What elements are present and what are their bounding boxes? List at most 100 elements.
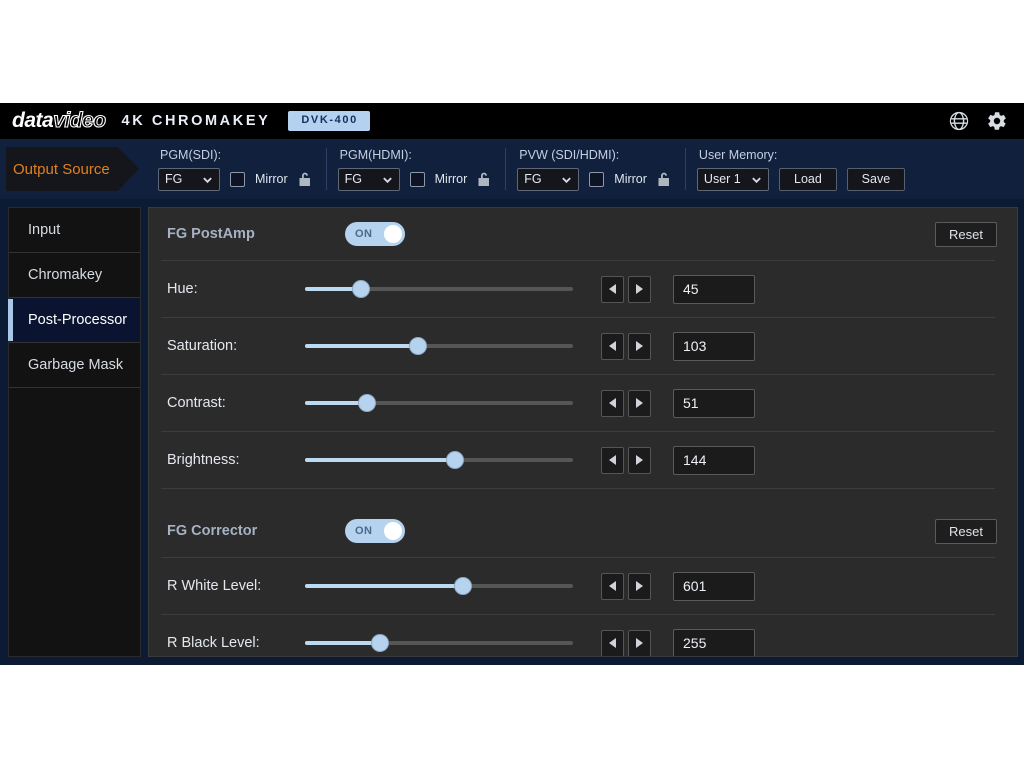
pgm-sdi-mirror-label: Mirror	[255, 172, 288, 186]
r-white-level-increment-button[interactable]	[628, 573, 651, 600]
r-black-level-increment-button[interactable]	[628, 630, 651, 657]
arrow-left-icon	[609, 284, 616, 294]
fg-postamp-toggle[interactable]: ON	[345, 222, 405, 246]
unlocked-padlock-icon[interactable]	[657, 171, 671, 187]
slider-fill	[305, 584, 463, 588]
fg-postamp-reset-button[interactable]: Reset	[935, 222, 997, 247]
saturation-decrement-button[interactable]	[601, 333, 624, 360]
pvw-source-select[interactable]: FG	[517, 168, 579, 191]
brightness-decrement-button[interactable]	[601, 447, 624, 474]
source-group-label: PGM(HDMI):	[338, 148, 492, 162]
product-name: 4K CHROMAKEY	[122, 113, 271, 129]
chromakey-app-window: datavideo 4K CHROMAKEY DVK-400 Output So…	[0, 103, 1024, 665]
load-button[interactable]: Load	[779, 168, 837, 191]
unlocked-padlock-icon[interactable]	[477, 171, 491, 187]
arrow-left-icon	[609, 455, 616, 465]
user-memory-controls: User 1 Load Save	[697, 168, 905, 191]
arrow-right-icon	[636, 455, 643, 465]
pgm-hdmi-mirror-label: Mirror	[435, 172, 468, 186]
slider-thumb[interactable]	[352, 280, 370, 298]
output-source-label: Output Source	[0, 161, 110, 178]
source-group-pgm-hdmi: PGM(HDMI): FG Mirror	[326, 139, 506, 199]
slider-thumb[interactable]	[409, 337, 427, 355]
contrast-slider[interactable]	[305, 392, 573, 414]
toggle-state-label: ON	[355, 525, 372, 537]
saturation-value-field[interactable]: 103	[673, 332, 755, 361]
slider-thumb[interactable]	[371, 634, 389, 652]
section-title: FG PostAmp	[167, 226, 345, 242]
logo-text-data: data	[12, 109, 53, 133]
toggle-knob	[384, 522, 402, 540]
pgm-sdi-mirror-checkbox[interactable]	[230, 172, 245, 187]
unlocked-padlock-icon[interactable]	[298, 171, 312, 187]
fg-corrector-reset-button[interactable]: Reset	[935, 519, 997, 544]
slider-fill	[305, 641, 380, 645]
pgm-sdi-source-value: FG	[165, 172, 194, 186]
pgm-hdmi-source-value: FG	[345, 172, 374, 186]
r-white-level-decrement-button[interactable]	[601, 573, 624, 600]
sidebar-item-label: Input	[28, 222, 60, 238]
source-group-label: PGM(SDI):	[158, 148, 312, 162]
param-row-r-white-level: R White Level: 601	[149, 558, 1017, 614]
pgm-hdmi-source-select[interactable]: FG	[338, 168, 400, 191]
contrast-increment-button[interactable]	[628, 390, 651, 417]
r-black-level-value-field[interactable]: 255	[673, 629, 755, 658]
source-group-label: PVW (SDI/HDMI):	[517, 148, 671, 162]
gear-icon[interactable]	[986, 110, 1008, 132]
slider-thumb[interactable]	[446, 451, 464, 469]
r-black-level-decrement-button[interactable]	[601, 630, 624, 657]
section-header-fg-corrector: FG Corrector ON Reset	[149, 505, 1017, 557]
brightness-slider[interactable]	[305, 449, 573, 471]
hue-spinner	[601, 276, 651, 303]
pgm-hdmi-mirror-checkbox[interactable]	[410, 172, 425, 187]
pgm-sdi-source-select[interactable]: FG	[158, 168, 220, 191]
output-source-bar: Output Source PGM(SDI): FG Mirror PGM(HD…	[0, 139, 1024, 199]
r-white-level-slider[interactable]	[305, 575, 573, 597]
arrow-right-icon	[636, 284, 643, 294]
post-processor-panel: FG PostAmp ON Reset Hue:	[148, 207, 1018, 657]
contrast-spinner	[601, 390, 651, 417]
param-label: Contrast:	[167, 395, 305, 411]
r-black-level-slider[interactable]	[305, 632, 573, 654]
slider-thumb[interactable]	[358, 394, 376, 412]
arrow-left-icon	[609, 341, 616, 351]
sidebar-item-garbage-mask[interactable]: Garbage Mask	[9, 343, 140, 388]
slider-fill	[305, 344, 418, 348]
sidebar-item-label: Chromakey	[28, 267, 102, 283]
sidebar-item-chromakey[interactable]: Chromakey	[9, 253, 140, 298]
section-title: FG Corrector	[167, 523, 345, 539]
param-label: Saturation:	[167, 338, 305, 354]
title-bar-actions	[948, 110, 1012, 132]
hue-value-field[interactable]: 45	[673, 275, 755, 304]
user-memory-select[interactable]: User 1	[697, 168, 769, 191]
contrast-value-field[interactable]: 51	[673, 389, 755, 418]
brightness-increment-button[interactable]	[628, 447, 651, 474]
globe-icon[interactable]	[948, 110, 970, 132]
slider-thumb[interactable]	[454, 577, 472, 595]
user-memory-label: User Memory:	[697, 148, 905, 162]
hue-increment-button[interactable]	[628, 276, 651, 303]
saturation-increment-button[interactable]	[628, 333, 651, 360]
slider-fill	[305, 458, 455, 462]
contrast-decrement-button[interactable]	[601, 390, 624, 417]
r-black-level-spinner	[601, 630, 651, 657]
chevron-down-icon	[202, 174, 213, 185]
output-source-tab[interactable]: Output Source	[0, 139, 146, 199]
pvw-mirror-checkbox[interactable]	[589, 172, 604, 187]
r-white-level-value-field[interactable]: 601	[673, 572, 755, 601]
param-label: Brightness:	[167, 452, 305, 468]
save-button[interactable]: Save	[847, 168, 905, 191]
hue-slider[interactable]	[305, 278, 573, 300]
section-header-fg-postamp: FG PostAmp ON Reset	[149, 208, 1017, 260]
chevron-down-icon	[382, 174, 393, 185]
sidebar-item-post-processor[interactable]: Post-Processor	[9, 298, 140, 343]
chevron-down-icon	[751, 174, 762, 185]
saturation-slider[interactable]	[305, 335, 573, 357]
brightness-value-field[interactable]: 144	[673, 446, 755, 475]
user-memory-group: User Memory: User 1 Load Save	[685, 139, 919, 199]
sidebar-item-input[interactable]: Input	[9, 208, 140, 253]
param-label: R White Level:	[167, 578, 305, 594]
sidebar-nav: Input Chromakey Post-Processor Garbage M…	[8, 207, 141, 657]
hue-decrement-button[interactable]	[601, 276, 624, 303]
fg-corrector-toggle[interactable]: ON	[345, 519, 405, 543]
